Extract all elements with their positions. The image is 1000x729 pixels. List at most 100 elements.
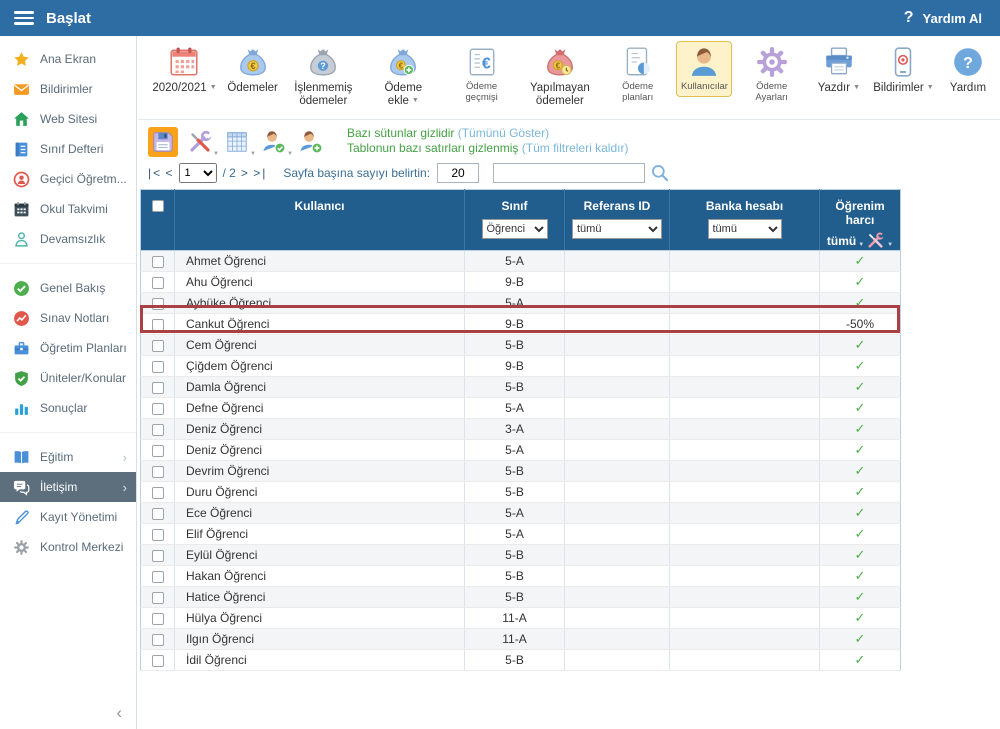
help-button[interactable]: ? Yardım Al [904, 9, 1000, 27]
tools-button[interactable]: ▼ [185, 127, 219, 157]
sidebar-item-bildirimler[interactable]: Bildirimler [0, 74, 136, 104]
user-name-cell[interactable]: Hatice Öğrenci [174, 586, 465, 608]
column-header-reference[interactable]: Referans ID tümü [564, 189, 670, 251]
row-checkbox-cell[interactable] [140, 439, 175, 461]
user-name-cell[interactable]: Cem Öğrenci [174, 334, 465, 356]
table-row[interactable]: Cem Öğrenci 5-B ✓ [140, 334, 901, 356]
table-row[interactable]: Damla Öğrenci 5-B ✓ [140, 376, 901, 398]
table-row[interactable]: Devrim Öğrenci 5-B ✓ [140, 460, 901, 482]
user-name-cell[interactable]: Ilgın Öğrenci [174, 628, 465, 650]
table-row[interactable]: İdil Öğrenci 5-B ✓ [140, 649, 901, 671]
fee-filter-value[interactable]: tümü [827, 234, 856, 248]
user-name-cell[interactable]: Eylül Öğrenci [174, 544, 465, 566]
row-checkbox[interactable] [151, 360, 164, 373]
user-name-cell[interactable]: Ahmet Öğrenci [174, 250, 465, 272]
user-name-cell[interactable]: Çiğdem Öğrenci [174, 355, 465, 377]
first-page-button[interactable]: |< [148, 166, 162, 180]
row-checkbox[interactable] [151, 444, 164, 457]
row-checkbox-cell[interactable] [140, 397, 175, 419]
table-row[interactable]: Ilgın Öğrenci 11-A ✓ [140, 628, 901, 650]
table-row[interactable]: Hakan Öğrenci 5-B ✓ [140, 565, 901, 587]
row-checkbox[interactable] [151, 318, 164, 331]
toolbar-item-yapilmayan-odemeler[interactable]: € Yapılmayan ödemeler [521, 41, 599, 112]
column-header-fee[interactable]: Öğrenim harcı tümü ▼ ▼ [819, 189, 901, 251]
toolbar-item-kullanicilar[interactable]: Kullanıcılar [676, 41, 733, 97]
row-checkbox[interactable] [151, 570, 164, 583]
row-checkbox-cell[interactable] [140, 523, 175, 545]
row-checkbox-cell[interactable] [140, 544, 175, 566]
sidebar-collapse-button[interactable]: ‹ [116, 703, 122, 723]
toolbar-item-odemeler[interactable]: € Ödemeler [223, 41, 282, 99]
row-checkbox-cell[interactable] [140, 334, 175, 356]
sidebar-item-genel-bakis[interactable]: Genel Bakış [0, 273, 136, 303]
user-name-cell[interactable]: Devrim Öğrenci [174, 460, 465, 482]
class-filter-select[interactable]: Öğrenci [481, 219, 548, 239]
save-button[interactable] [148, 127, 178, 157]
row-checkbox[interactable] [151, 402, 164, 415]
user-name-cell[interactable]: Damla Öğrenci [174, 376, 465, 398]
search-button[interactable] [650, 163, 670, 183]
table-row[interactable]: Çiğdem Öğrenci 9-B ✓ [140, 355, 901, 377]
sidebar-item-kontrol-merkezi[interactable]: Kontrol Merkezi [0, 532, 136, 562]
toolbar-item-odeme-ayarlari[interactable]: Ödeme Ayarları [734, 41, 808, 107]
page-select[interactable]: 1 [179, 163, 218, 183]
user-approve-button[interactable]: ▼ [259, 127, 293, 157]
last-page-button[interactable]: >| [253, 166, 267, 180]
user-name-cell[interactable]: Hülya Öğrenci [174, 607, 465, 629]
row-checkbox-cell[interactable] [140, 649, 175, 671]
user-name-cell[interactable]: Duru Öğrenci [174, 481, 465, 503]
table-row[interactable]: Ece Öğrenci 5-A ✓ [140, 502, 901, 524]
page-size-input[interactable] [437, 163, 480, 183]
row-checkbox[interactable] [151, 528, 164, 541]
search-input[interactable] [493, 163, 646, 183]
user-name-cell[interactable]: Elif Öğrenci [174, 523, 465, 545]
row-checkbox[interactable] [151, 633, 164, 646]
row-checkbox-cell[interactable] [140, 271, 175, 293]
row-checkbox-cell[interactable] [140, 355, 175, 377]
table-row[interactable]: Deniz Öğrenci 5-A ✓ [140, 439, 901, 461]
sidebar-item-sinav-notlari[interactable]: Sınav Notları [0, 303, 136, 333]
column-header-user[interactable]: Kullanıcı [174, 189, 465, 251]
toolbar-item-yazdir[interactable]: Yazdır ▼ [811, 41, 867, 99]
user-name-cell[interactable]: Defne Öğrenci [174, 397, 465, 419]
reference-filter-select[interactable]: tümü [572, 219, 662, 239]
show-all-columns-link[interactable]: (Tümünü Göster) [458, 126, 549, 140]
user-name-cell[interactable]: İdil Öğrenci [174, 649, 465, 671]
sidebar-item-ana-ekran[interactable]: Ana Ekran [0, 44, 136, 74]
sidebar-item-devamsizlik[interactable]: Devamsızlık [0, 224, 136, 254]
columns-button[interactable]: ▼ [222, 127, 256, 157]
sidebar-item-okul-takvimi[interactable]: Okul Takvimi [0, 194, 136, 224]
row-checkbox[interactable] [151, 381, 164, 394]
row-checkbox[interactable] [151, 507, 164, 520]
toolbar-item-odeme-planlari[interactable]: Ödeme planları [601, 41, 675, 107]
row-checkbox[interactable] [151, 549, 164, 562]
row-checkbox[interactable] [151, 591, 164, 604]
select-all-header[interactable] [140, 189, 175, 251]
sidebar-item-egitim[interactable]: Eğitim › [0, 442, 136, 472]
table-row[interactable]: Hatice Öğrenci 5-B ✓ [140, 586, 901, 608]
prev-page-button[interactable]: < [165, 166, 174, 180]
row-checkbox[interactable] [151, 465, 164, 478]
row-checkbox-cell[interactable] [140, 481, 175, 503]
row-checkbox-cell[interactable] [140, 565, 175, 587]
sidebar-item-gecici-ogretmen[interactable]: Geçici Öğretm... [0, 164, 136, 194]
row-checkbox-cell[interactable] [140, 607, 175, 629]
user-name-cell[interactable]: Deniz Öğrenci [174, 439, 465, 461]
bank-filter-select[interactable]: tümü [707, 219, 782, 239]
row-checkbox-cell[interactable] [140, 418, 175, 440]
toolbar-item-school-year[interactable]: 2020/2021 ▼ [148, 41, 221, 99]
row-checkbox-cell[interactable] [140, 628, 175, 650]
toolbar-item-odeme-gecmisi[interactable]: € Ödeme geçmişi [444, 41, 519, 107]
toolbar-item-odeme-ekle[interactable]: € Ödeme ekle ▼ [364, 41, 442, 112]
start-menu-button[interactable]: Başlat [0, 0, 105, 36]
select-all-checkbox[interactable] [151, 200, 164, 212]
table-row[interactable]: Ahmet Öğrenci 5-A ✓ [140, 250, 901, 272]
row-checkbox[interactable] [151, 339, 164, 352]
sidebar-item-kayit-yonetimi[interactable]: Kayıt Yönetimi [0, 502, 136, 532]
row-checkbox[interactable] [151, 297, 164, 310]
next-page-button[interactable]: > [241, 166, 250, 180]
table-row[interactable]: Aybüke Öğrenci 5-A ✓ [140, 292, 901, 314]
sidebar-item-iletisim[interactable]: İletişim › [0, 472, 136, 502]
sidebar-item-web-sitesi[interactable]: Web Sitesi [0, 104, 136, 134]
row-checkbox-cell[interactable] [140, 460, 175, 482]
